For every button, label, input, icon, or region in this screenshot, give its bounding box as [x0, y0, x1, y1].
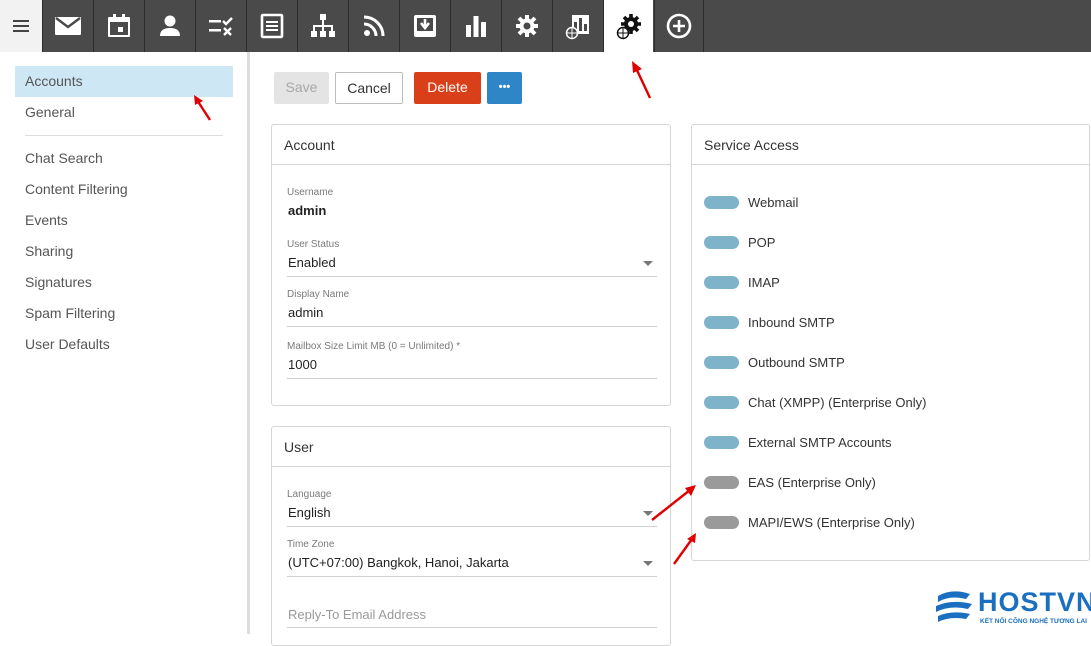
toggle-switch[interactable] — [704, 435, 739, 449]
field-underline — [287, 378, 657, 379]
hostvn-brand-text: HOSTVN — [978, 587, 1091, 617]
mail-icon[interactable] — [42, 0, 92, 52]
service-label: Webmail — [748, 194, 799, 210]
toggle-switch[interactable] — [704, 235, 739, 249]
annotation-arrow-icon — [632, 61, 652, 99]
service-access-title: Service Access — [692, 125, 1089, 165]
sidebar-item-signatures[interactable]: Signatures — [15, 267, 233, 298]
notes-icon[interactable] — [246, 0, 296, 52]
service-outbound-smtp[interactable]: Outbound SMTP — [704, 352, 845, 372]
toggle-switch[interactable] — [704, 515, 739, 529]
contacts-icon[interactable] — [144, 0, 194, 52]
cancel-button[interactable]: Cancel — [335, 72, 403, 104]
display-name-value: admin — [288, 305, 324, 320]
time-zone-label: Time Zone — [287, 539, 335, 550]
sidebar-item-spam-filtering[interactable]: Spam Filtering — [15, 298, 233, 329]
service-mapi-ews[interactable]: MAPI/EWS (Enterprise Only) — [704, 512, 915, 532]
user-card: User Language English Time Zone (UTC+07:… — [271, 426, 671, 646]
top-toolbar — [0, 0, 1091, 52]
archive-icon[interactable] — [399, 0, 449, 52]
language-select[interactable]: Language English — [287, 489, 657, 527]
service-chat-xmpp[interactable]: Chat (XMPP) (Enterprise Only) — [704, 392, 926, 412]
hostvn-tagline: KẾT NỐI CÔNG NGHỆ TƯƠNG LAI — [980, 618, 1087, 625]
add-icon[interactable] — [654, 0, 704, 52]
language-value: English — [288, 505, 331, 520]
domain-settings-icon[interactable] — [603, 0, 653, 52]
service-inbound-smtp[interactable]: Inbound SMTP — [704, 312, 835, 332]
menu-icon[interactable] — [0, 0, 42, 52]
time-zone-value: (UTC+07:00) Bangkok, Hanoi, Jakarta — [288, 555, 509, 570]
username-field: Username admin — [287, 187, 657, 218]
display-name-field[interactable]: Display Name admin — [287, 289, 657, 327]
service-label: Outbound SMTP — [748, 354, 845, 370]
sidebar: Accounts General Chat Search Content Fil… — [0, 52, 247, 634]
service-label: IMAP — [748, 274, 780, 290]
tasks-icon[interactable] — [195, 0, 245, 52]
display-name-label: Display Name — [287, 289, 350, 300]
annotation-arrow-icon — [651, 485, 696, 521]
toggle-switch[interactable] — [704, 475, 739, 489]
save-button[interactable]: Save — [274, 72, 329, 104]
reply-to-field[interactable]: Reply-To Email Address — [287, 589, 657, 629]
toggle-switch[interactable] — [704, 195, 739, 209]
user-card-title: User — [272, 427, 670, 467]
sidebar-divider-line — [25, 135, 223, 136]
reports-icon[interactable] — [450, 0, 500, 52]
field-underline — [287, 276, 657, 277]
field-underline — [287, 526, 657, 527]
annotation-arrow-icon — [673, 533, 696, 565]
language-label: Language — [287, 489, 332, 500]
service-eas[interactable]: EAS (Enterprise Only) — [704, 472, 876, 492]
sidebar-resize-handle[interactable] — [247, 52, 250, 634]
mailbox-size-value: 1000 — [288, 357, 317, 372]
mailbox-size-label: Mailbox Size Limit MB (0 = Unlimited) * — [287, 341, 461, 352]
chevron-down-icon — [643, 561, 653, 566]
service-pop[interactable]: POP — [704, 232, 775, 252]
time-zone-select[interactable]: Time Zone (UTC+07:00) Bangkok, Hanoi, Ja… — [287, 539, 657, 577]
sidebar-item-chat-search[interactable]: Chat Search — [15, 143, 233, 174]
more-options-button[interactable]: ••• — [487, 72, 522, 104]
service-label: EAS (Enterprise Only) — [748, 474, 876, 490]
service-access-card: Service Access Webmail POP IMAP Inbound … — [691, 124, 1090, 561]
user-status-select[interactable]: User Status Enabled — [287, 239, 657, 277]
service-imap[interactable]: IMAP — [704, 272, 780, 292]
delete-button[interactable]: Delete — [414, 72, 481, 104]
username-value: admin — [288, 203, 327, 218]
user-status-value: Enabled — [288, 255, 336, 270]
hostvn-logo-icon — [936, 591, 972, 622]
domain-reports-icon[interactable] — [552, 0, 602, 52]
sidebar-item-content-filtering[interactable]: Content Filtering — [15, 174, 233, 205]
hostvn-watermark-logo: HOSTVN KẾT NỐI CÔNG NGHỆ TƯƠNG LAI — [934, 586, 1091, 632]
sidebar-item-user-defaults[interactable]: User Defaults — [15, 329, 233, 360]
service-label: POP — [748, 234, 776, 250]
rss-icon[interactable] — [348, 0, 398, 52]
chevron-down-icon — [643, 261, 653, 266]
field-underline — [287, 326, 657, 327]
account-card: Account Username admin User Status Enabl… — [271, 124, 671, 406]
service-external-smtp[interactable]: External SMTP Accounts — [704, 432, 892, 452]
account-card-title: Account — [272, 125, 670, 165]
toggle-switch[interactable] — [704, 395, 739, 409]
reply-to-placeholder: Reply-To Email Address — [288, 607, 426, 622]
service-label: External SMTP Accounts — [748, 434, 892, 450]
service-webmail[interactable]: Webmail — [704, 192, 798, 212]
toggle-switch[interactable] — [704, 315, 739, 329]
service-label: Chat (XMPP) (Enterprise Only) — [748, 394, 927, 410]
calendar-icon[interactable] — [93, 0, 143, 52]
sidebar-item-sharing[interactable]: Sharing — [15, 236, 233, 267]
service-label: MAPI/EWS (Enterprise Only) — [748, 514, 915, 530]
field-underline — [287, 627, 657, 628]
org-chart-icon[interactable] — [297, 0, 347, 52]
annotation-arrow-icon — [194, 95, 212, 121]
service-label: Inbound SMTP — [748, 314, 835, 330]
settings-icon[interactable] — [501, 0, 551, 52]
field-underline — [287, 576, 657, 577]
toggle-switch[interactable] — [704, 355, 739, 369]
mailbox-size-field[interactable]: Mailbox Size Limit MB (0 = Unlimited) * … — [287, 341, 657, 379]
toggle-switch[interactable] — [704, 275, 739, 289]
username-label: Username — [287, 187, 334, 198]
user-status-label: User Status — [287, 239, 340, 250]
sidebar-item-events[interactable]: Events — [15, 205, 233, 236]
